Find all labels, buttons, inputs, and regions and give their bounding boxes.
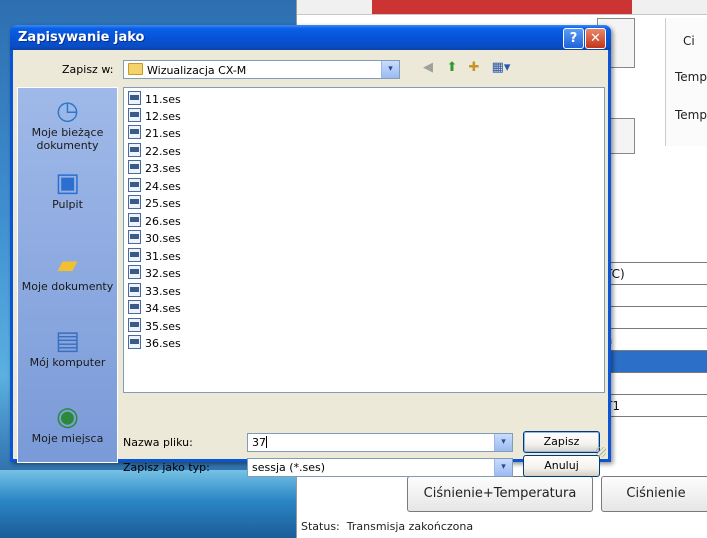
text-caret	[266, 436, 267, 448]
app-label-temp-2: Temp	[675, 108, 707, 122]
status-value: Transmisja zakończona	[346, 520, 474, 533]
list-item[interactable]: 22.ses	[128, 143, 181, 160]
my-network-places-icon: ◉	[56, 402, 79, 432]
list-item[interactable]: 35.ses	[128, 318, 181, 335]
recent-documents-icon: ◷	[56, 96, 79, 126]
session-file-icon	[128, 195, 141, 209]
status-label: Status:	[301, 520, 340, 533]
place-my-documents[interactable]: ▰ Moje dokumenty	[18, 250, 117, 293]
pressure-button[interactable]: Ciśnienie	[601, 476, 707, 512]
list-item[interactable]: 26.ses	[128, 213, 181, 230]
session-file-icon	[128, 125, 141, 139]
place-label: Moje bieżące dokumenty	[31, 126, 104, 152]
table-row-selected[interactable]	[597, 350, 707, 373]
list-item[interactable]: 25.ses	[128, 195, 181, 212]
list-item[interactable]: 24.ses	[128, 178, 181, 195]
save-as-dialog: Zapisywanie jako ? ✕ Zapisz w: Wizualiza…	[10, 25, 611, 477]
my-computer-icon: ▤	[55, 326, 80, 356]
save-in-dropdown[interactable]: Wizualizacja CX-M ▾	[123, 60, 400, 79]
place-my-computer[interactable]: ▤ Mój komputer	[18, 326, 117, 369]
session-file-icon	[128, 283, 141, 297]
chevron-down-icon: ▾	[381, 61, 399, 78]
session-file-icon	[128, 213, 141, 227]
close-button[interactable]: ✕	[585, 28, 606, 49]
app-label-temp-1: Temp	[675, 70, 707, 84]
table-row[interactable]: )	[597, 284, 707, 307]
place-my-network-places[interactable]: ◉ Moje miejsca	[18, 402, 117, 445]
session-file-icon	[128, 91, 141, 105]
filetype-dropdown[interactable]: sessja (*.ses) ▾	[247, 458, 513, 477]
pressure-temperature-button[interactable]: Ciśnienie+Temperatura	[407, 476, 593, 512]
places-bar: ◷ Moje bieżące dokumenty ▣ Pulpit ▰ Moje…	[17, 87, 118, 463]
list-item[interactable]: 36.ses	[128, 335, 181, 352]
dialog-client-area: Zapisz w: Wizualizacja CX-M ▾ ◀ ⬆ ✚ ▦▾ ◷…	[13, 50, 608, 477]
new-folder-icon[interactable]: ✚	[465, 60, 483, 76]
place-label: Moje miejsca	[31, 432, 104, 445]
session-file-icon	[128, 160, 141, 174]
desktop-icon: ▣	[55, 168, 80, 198]
session-file-icon	[128, 318, 141, 332]
place-label: Pulpit	[52, 198, 83, 211]
list-item[interactable]: 32.ses	[128, 265, 181, 282]
place-desktop[interactable]: ▣ Pulpit	[18, 168, 117, 211]
session-file-icon	[128, 108, 141, 122]
save-in-label: Zapisz w:	[62, 63, 114, 76]
file-list[interactable]: 11.ses 12.ses 21.ses 22.ses 23.ses 24.se…	[123, 87, 605, 393]
list-item[interactable]: 34.ses	[128, 300, 181, 317]
filename-label: Nazwa pliku:	[123, 436, 193, 449]
table-row[interactable]	[597, 416, 707, 439]
app-red-bar	[372, 0, 632, 14]
view-menu-icon[interactable]: ▦▾	[487, 60, 515, 76]
list-item[interactable]: 33.ses	[128, 283, 181, 300]
dialog-title: Zapisywanie jako	[18, 30, 145, 45]
filename-value: 37	[252, 436, 266, 449]
my-documents-icon: ▰	[57, 250, 78, 280]
list-item[interactable]: 12.ses	[128, 108, 181, 125]
chevron-down-icon: ▾	[494, 459, 512, 476]
up-one-level-icon[interactable]: ⬆	[443, 60, 461, 76]
desktop-wallpaper-sea	[0, 470, 296, 538]
session-file-icon	[128, 265, 141, 279]
table-row[interactable]	[597, 372, 707, 395]
session-file-icon	[128, 230, 141, 244]
table-row[interactable]: TC)	[597, 262, 707, 285]
filename-field[interactable]: 37 ▾	[247, 433, 513, 452]
app-label-pressure: Ci	[683, 34, 695, 48]
cancel-button[interactable]: Anuluj	[523, 455, 600, 477]
chevron-down-icon[interactable]: ▾	[494, 434, 512, 451]
list-item[interactable]: 31.ses	[128, 248, 181, 265]
folder-icon	[128, 63, 143, 75]
place-recent-documents[interactable]: ◷ Moje bieżące dokumenty	[18, 96, 117, 152]
filetype-label: Zapisz jako typ:	[123, 461, 210, 474]
list-item[interactable]: 11.ses	[128, 91, 181, 108]
list-item[interactable]: 21.ses	[128, 125, 181, 142]
status-bar: Status: Transmisja zakończona	[301, 520, 473, 533]
table-row[interactable]: T1	[597, 394, 707, 417]
filetype-value: sessja (*.ses)	[252, 461, 326, 474]
dialog-title-bar[interactable]: Zapisywanie jako ? ✕	[10, 25, 611, 50]
list-item[interactable]: 23.ses	[128, 160, 181, 177]
session-file-icon	[128, 335, 141, 349]
save-button[interactable]: Zapisz	[523, 431, 600, 453]
place-label: Moje dokumenty	[21, 280, 114, 293]
help-button[interactable]: ?	[563, 28, 584, 49]
table-row[interactable]: a	[597, 328, 707, 351]
session-file-icon	[128, 300, 141, 314]
resize-grip-icon[interactable]	[596, 447, 606, 457]
list-item[interactable]: 30.ses	[128, 230, 181, 247]
save-in-value: Wizualizacja CX-M	[147, 64, 247, 77]
session-file-icon	[128, 248, 141, 262]
table-row[interactable]	[597, 306, 707, 329]
back-icon[interactable]: ◀	[419, 60, 437, 76]
place-label: Mój komputer	[29, 356, 106, 369]
session-file-icon	[128, 143, 141, 157]
session-file-icon	[128, 178, 141, 192]
